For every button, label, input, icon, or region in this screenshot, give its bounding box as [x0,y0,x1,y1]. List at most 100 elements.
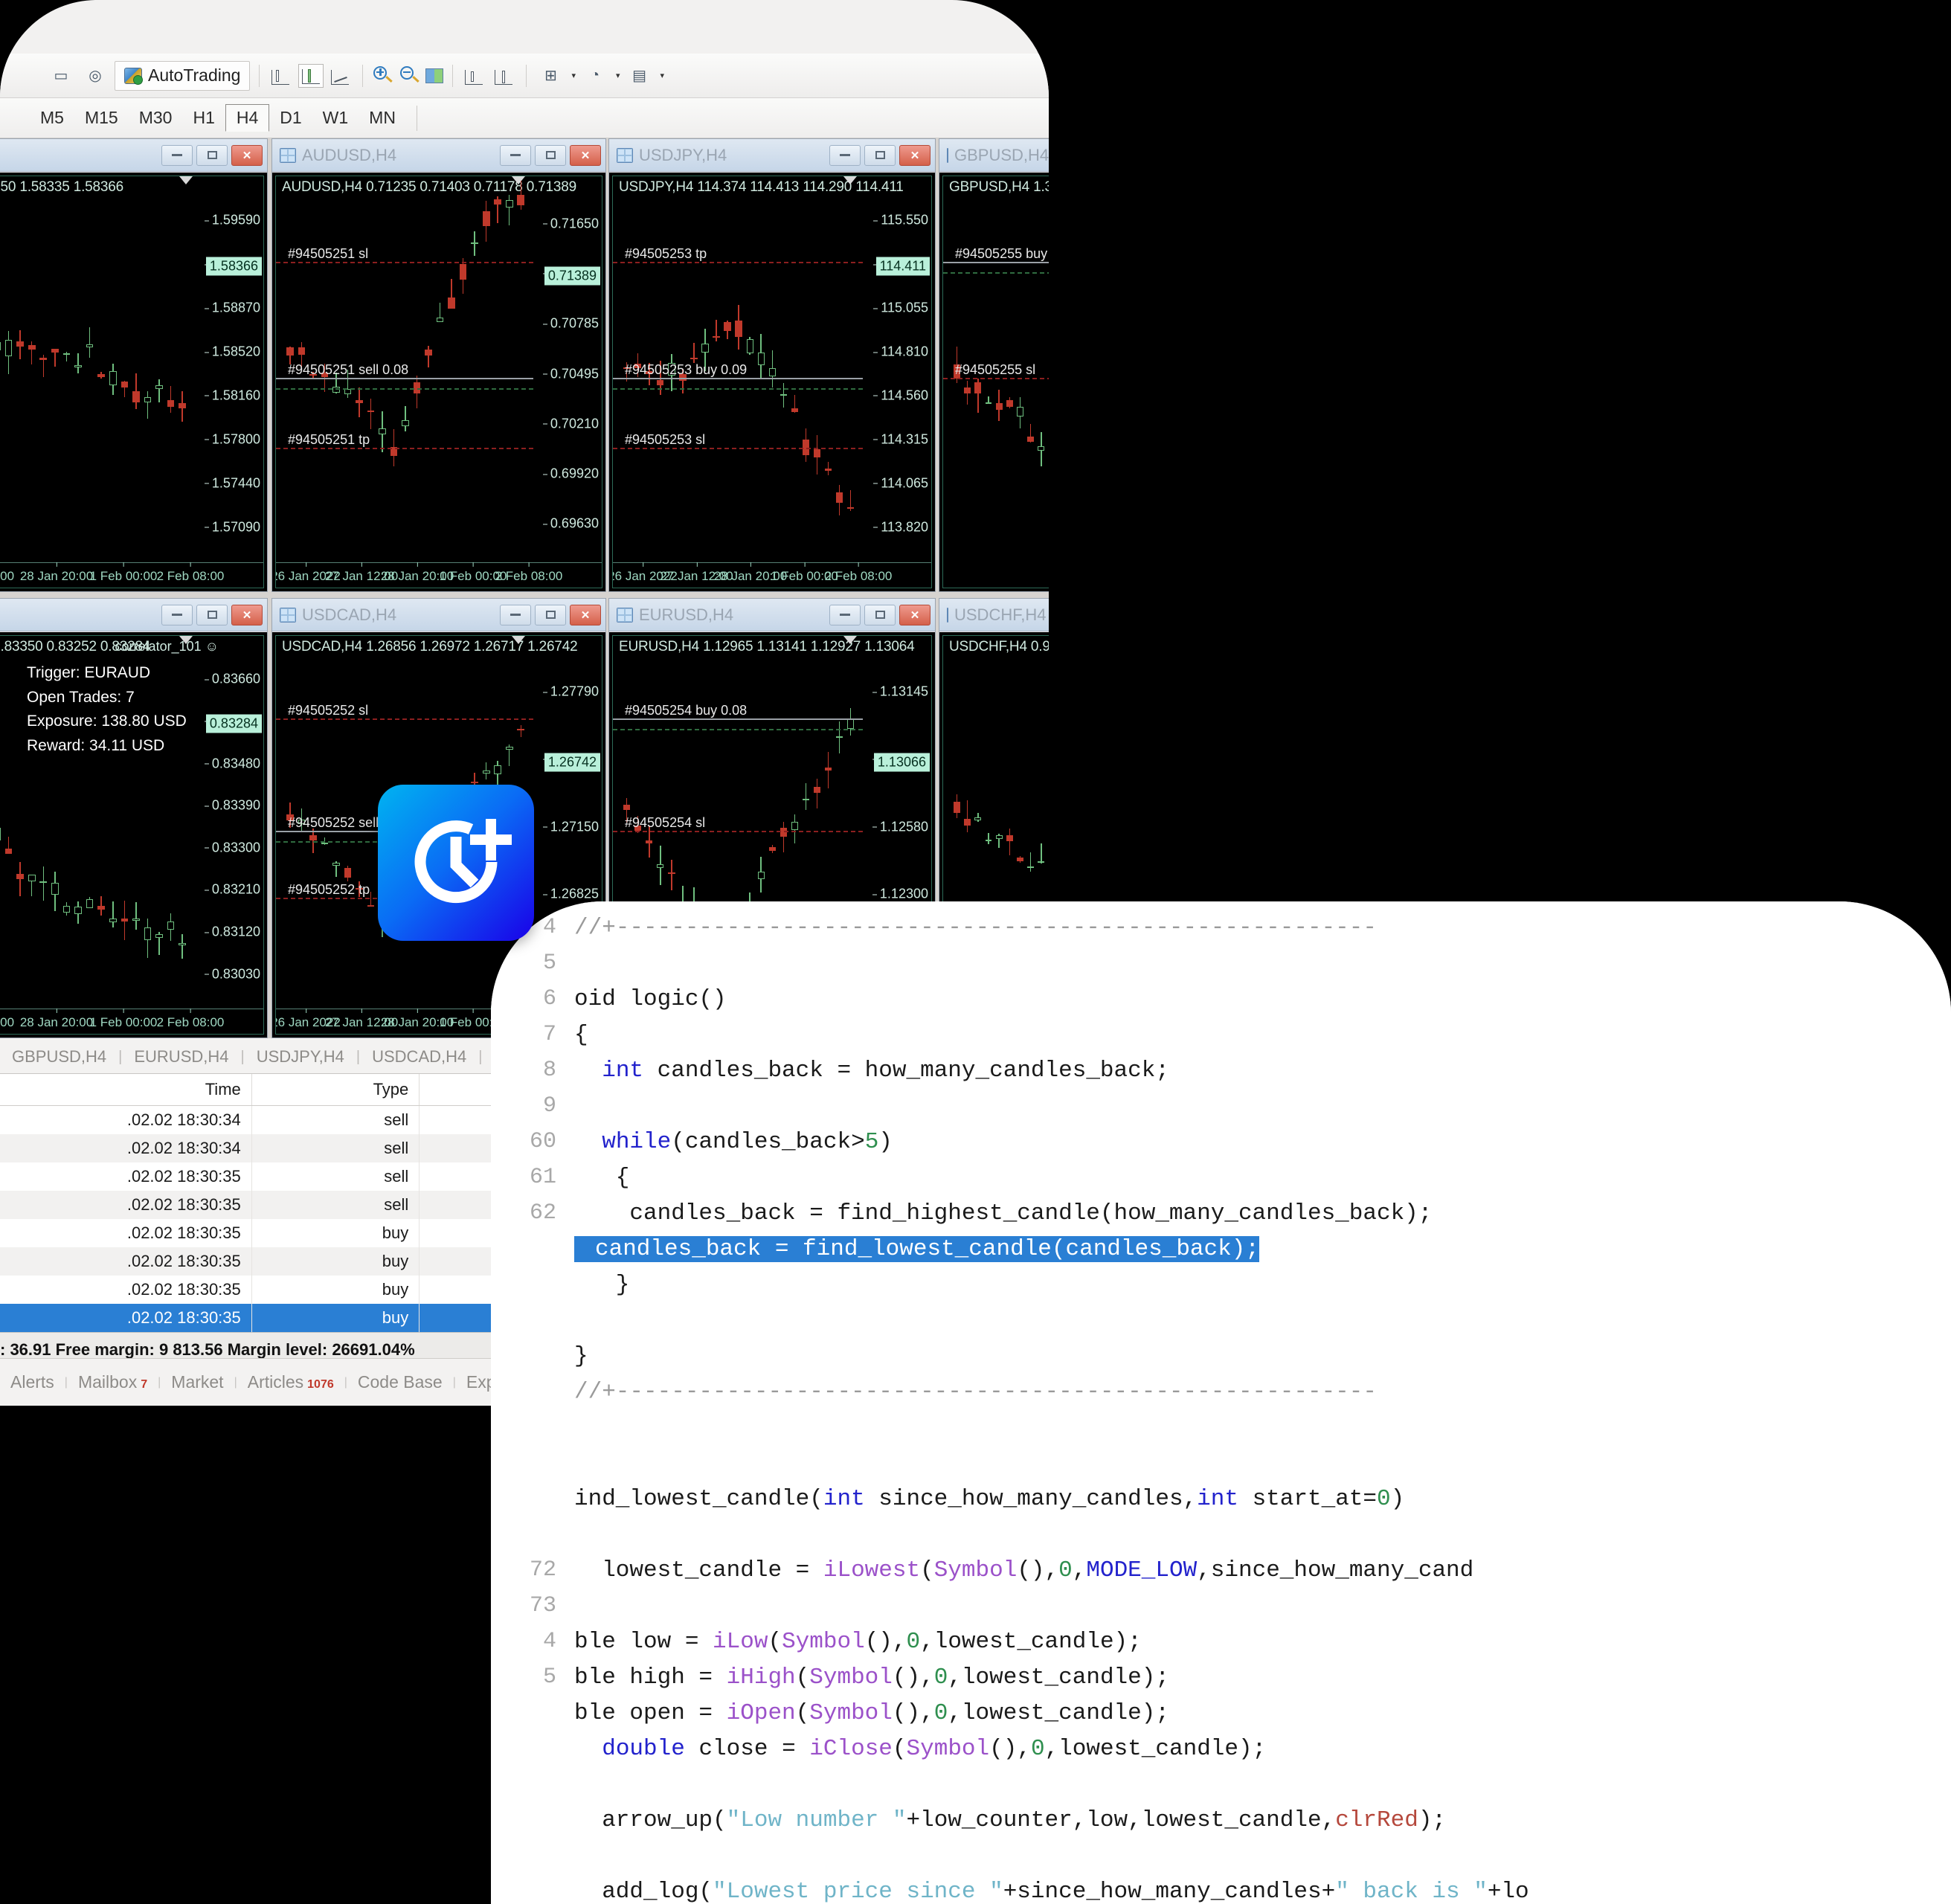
restore-button[interactable] [535,144,566,166]
chart-window-titlebar[interactable]: USDCHF,H4✕ [939,599,1049,631]
new-order-icon[interactable]: ▭ [46,61,76,91]
code-line[interactable]: } [574,1272,630,1298]
symbol-tab-usdjpy[interactable]: USDJPY,H4 [245,1041,356,1073]
time-axis[interactable]: an 12:00 28 Jan 20:001 Feb 00:002 Feb 08:… [0,562,263,588]
minimize-button[interactable] [500,144,531,166]
timeframe-mn[interactable]: MN [359,105,406,131]
close-button[interactable]: ✕ [231,144,263,166]
code-line[interactable]: ble high = iHigh(Symbol(),0,lowest_candl… [574,1665,1169,1691]
code-line[interactable]: double close = iClose(Symbol(),0,lowest_… [574,1736,1266,1762]
minimize-button[interactable] [161,144,193,166]
timeframe-w1[interactable]: W1 [312,105,359,131]
chart-window-titlebar[interactable]: GBPUSD,H4✕ [939,139,1049,172]
grid-icon[interactable] [425,68,444,83]
code-line[interactable]: //+-------------------------------------… [574,915,1377,941]
symbol-tab-usdcad[interactable]: USDCAD,H4 [360,1041,478,1073]
chart-plot-area[interactable]: AUDUSD,H4 0.71235 0.71403 0.71178 0.7138… [275,176,602,588]
timeframe-m15[interactable]: M15 [74,105,129,131]
time-axis[interactable]: 26 Jan 2022 27 Jan 12:00 28 Jan 20:00 1 Feb… [276,562,602,588]
code-line[interactable]: add_log("Lowest price since "+since_how_… [574,1879,1529,1904]
restore-button[interactable] [864,604,896,625]
chart-canvas[interactable]: GBPUSD,H4 1.35650 #94505255 buy 0.08 #9450… [939,173,1049,591]
timeframe-d1[interactable]: D1 [269,105,312,131]
signals-icon[interactable]: ◎ [80,61,110,91]
close-button[interactable]: ✕ [231,604,263,625]
restore-button[interactable] [535,604,566,625]
code-line[interactable]: { [574,1022,588,1048]
code-line[interactable]: oid logic() [574,986,727,1012]
chart-plot-area[interactable]: 1.58650 1.58335 1.583661.595901.592301.5… [0,176,264,588]
column-header-type[interactable]: Type [251,1074,420,1106]
timeframe-h4[interactable]: H4 [225,104,270,132]
chart-window[interactable]: GBPUSD,H4✕ GBPUSD,H4 1.35650 #94505255 buy… [939,138,1049,592]
code-line[interactable]: { [574,1165,630,1191]
candlestick-chart-icon[interactable] [298,63,324,88]
close-button[interactable]: ✕ [570,144,601,166]
code-line[interactable]: while(candles_back>5) [574,1129,893,1155]
chart-window[interactable]: AUDUSD,H4 ✕ AUDUSD,H4 0.71235 0.71403 0.71… [271,138,606,592]
price-axis[interactable]: 0.716500.710750.707850.704950.702100.699… [533,176,602,588]
code-line[interactable]: int candles_back = how_many_candles_back… [574,1058,1169,1084]
terminal-tab-market[interactable]: Market [161,1372,234,1392]
chart-canvas[interactable]: 1.58650 1.58335 1.583661.595901.592301.5… [0,173,267,591]
chart-window[interactable]: USDJPY,H4 ✕ USDJPY,H4 114.374 114.413 114.… [608,138,936,592]
templates-icon[interactable]: ▤ [625,61,655,91]
timeframe-h1[interactable]: H1 [182,105,225,131]
chart-canvas[interactable]: USDJPY,H4 114.374 114.413 114.290 114.41… [609,173,935,591]
chart-plot-area[interactable]: 273 0.83350 0.83252 0.83284correlator_10… [0,635,264,1035]
chart-window-titlebar[interactable]: EURUSD,H4 ✕ [609,599,935,631]
code-line[interactable]: lowest_candle = iLowest(Symbol(),0,MODE_… [574,1557,1473,1583]
chart-window-titlebar[interactable]: USDCAD,H4 ✕ [272,599,605,631]
chart-window[interactable]: ✕ 273 0.83350 0.83252 0.83284correlator_1… [0,598,268,1038]
code-line[interactable]: candles_back = find_lowest_candle(candle… [574,1236,1259,1262]
chart-canvas[interactable]: 273 0.83350 0.83252 0.83284correlator_10… [0,632,267,1038]
code-line[interactable]: ble low = iLow(Symbol(),0,lowest_candle)… [574,1629,1142,1655]
symbol-tab-eurusd[interactable]: EURUSD,H4 [122,1041,240,1073]
terminal-tab-code-base[interactable]: Code Base [347,1372,453,1392]
price-axis[interactable]: 1.595901.592301.588701.585201.581601.578… [195,176,263,588]
chart-plot-area[interactable]: USDJPY,H4 114.374 114.413 114.290 114.41… [612,176,932,588]
zoom-in-icon[interactable] [372,65,394,87]
autoscroll-icon[interactable] [492,64,517,88]
indicators-icon[interactable]: ⊞ [536,61,565,91]
chart-window-titlebar[interactable]: ✕ [0,599,267,631]
symbol-tab-gbpusd[interactable]: GBPUSD,H4 [0,1041,118,1073]
restore-button[interactable] [196,604,228,625]
column-header-time[interactable]: Time [0,1074,252,1106]
terminal-tab-articles[interactable]: Articles 1076 [237,1372,344,1392]
code-line[interactable]: candles_back = find_highest_candle(how_m… [574,1200,1432,1226]
zoom-out-icon[interactable] [399,65,421,87]
code-editor[interactable]: 4 5 6 7 8 9 60 61 62 72 73 4 5 //+------------------… [491,901,1951,1904]
restore-button[interactable] [196,144,228,166]
minimize-button[interactable] [500,604,531,625]
timeframe-m30[interactable]: M30 [129,105,183,131]
chart-window-titlebar[interactable]: ✕ [0,139,267,172]
code-line[interactable]: arrow_up("Low number "+low_counter,low,l… [574,1807,1446,1833]
bar-chart-icon[interactable] [269,64,294,88]
autotrading-button[interactable]: AutoTrading [115,60,251,91]
timeframe-m5[interactable]: M5 [30,105,74,131]
price-axis[interactable]: 0.836600.835700.834800.833900.833000.832… [195,636,263,1034]
close-button[interactable]: ✕ [570,604,601,625]
time-axis[interactable]: 26 Jan 2022 27 Jan 12:00 28 Jan 20:00 1 Feb… [613,562,931,588]
code-line[interactable]: //+-------------------------------------… [574,1379,1377,1405]
chart-shift-icon[interactable] [462,64,487,88]
terminal-tab-mailbox[interactable]: Mailbox 7 [68,1372,158,1392]
close-button[interactable]: ✕ [899,604,930,625]
chart-window[interactable]: ✕ 1.58650 1.58335 1.583661.595901.592301.… [0,138,268,592]
chart-window-titlebar[interactable]: AUDUSD,H4 ✕ [272,139,605,172]
minimize-button[interactable] [829,144,861,166]
price-axis[interactable]: 115.550115.305115.055114.810114.560114.3… [863,176,931,588]
code-line[interactable]: } [574,1343,588,1369]
chart-window-titlebar[interactable]: USDJPY,H4 ✕ [609,139,935,172]
close-button[interactable]: ✕ [899,144,930,166]
terminal-tab-alerts[interactable]: Alerts [0,1372,65,1392]
code-line[interactable]: ble open = iOpen(Symbol(),0,lowest_candl… [574,1700,1169,1726]
time-axis[interactable]: an 12:00 28 Jan 20:001 Feb 00:002 Feb 08:… [0,1009,263,1034]
chart-plot-area[interactable]: GBPUSD,H4 1.35650 #94505255 buy 0.08 #9450… [942,176,1049,588]
code-line[interactable]: ind_lowest_candle(int since_how_many_can… [574,1486,1404,1512]
restore-button[interactable] [864,144,896,166]
line-chart-icon[interactable] [328,64,353,88]
minimize-button[interactable] [161,604,193,625]
chart-canvas[interactable]: AUDUSD,H4 0.71235 0.71403 0.71178 0.7138… [272,173,605,591]
